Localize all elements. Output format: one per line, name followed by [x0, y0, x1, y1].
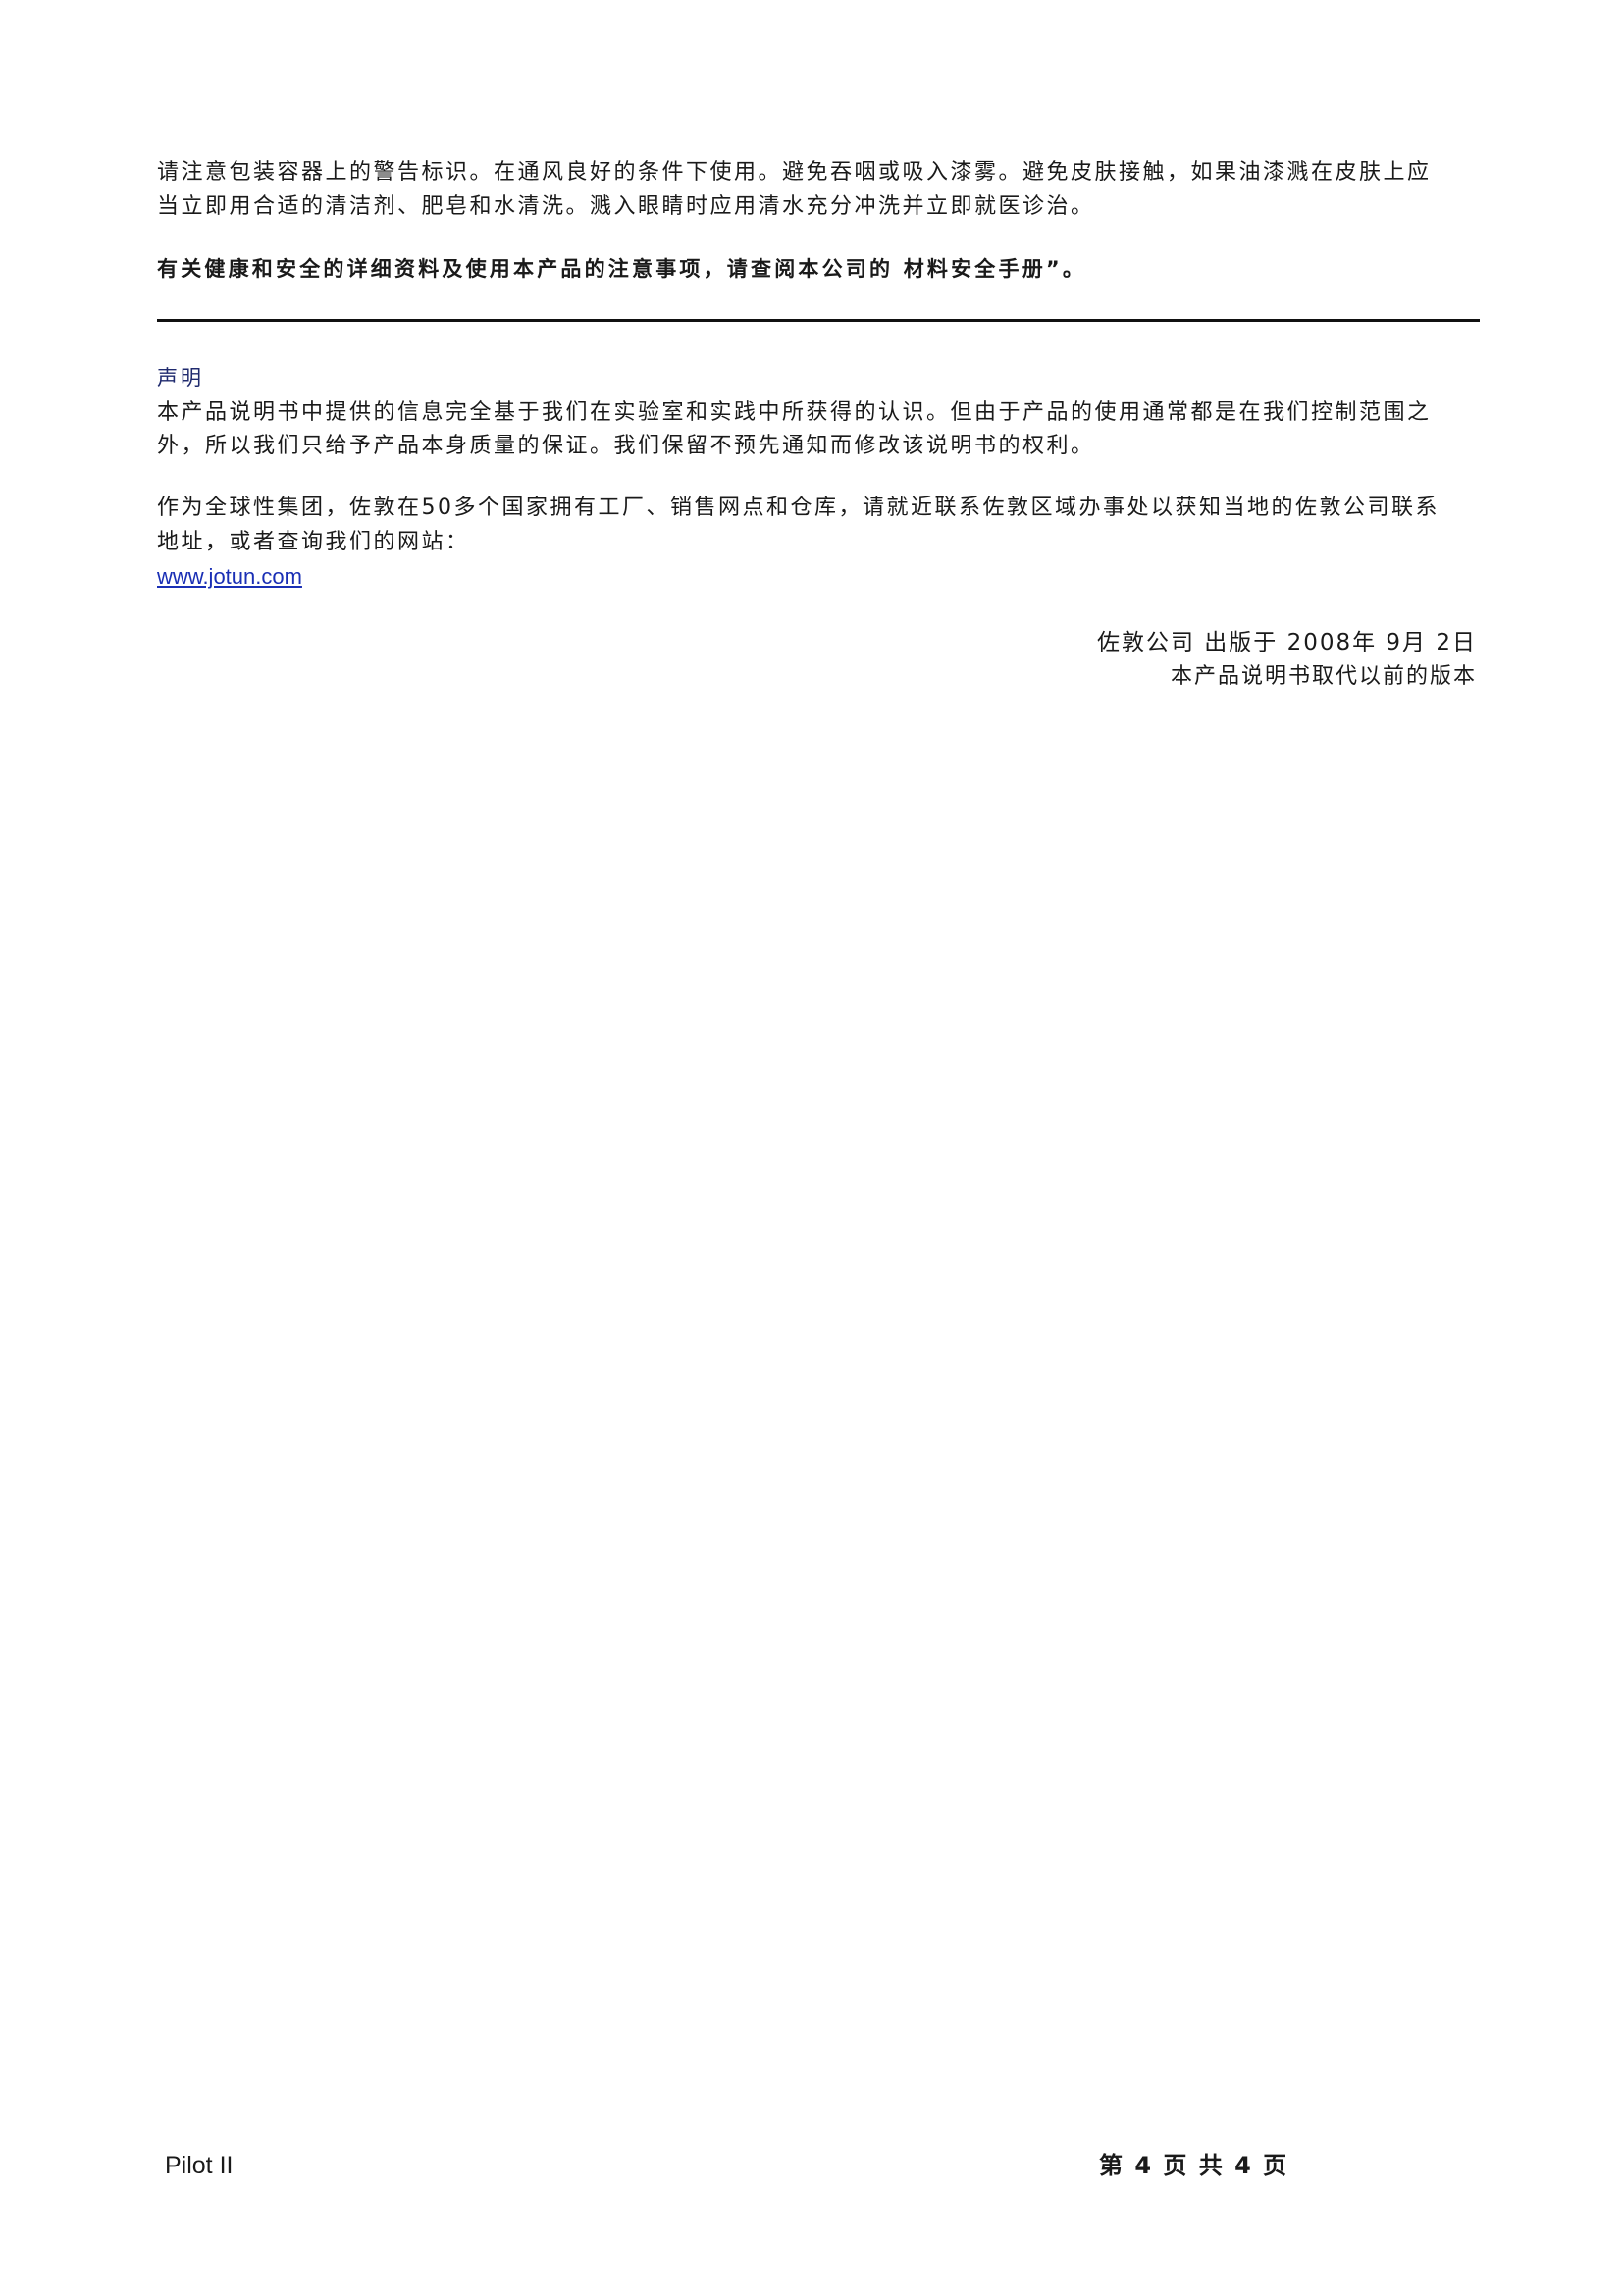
group-info-line-2: 地址，或者查询我们的网站： — [157, 530, 470, 554]
publication-date: 佐敦公司 出版于 2008年 9月 2日 — [1096, 630, 1477, 655]
safety-note: 有关健康和安全的详细资料及使用本产品的注意事项，请查阅本公司的 材料安全手册”。 — [157, 257, 1087, 281]
footer-product-name: Pilot II — [165, 2152, 234, 2179]
group-info-line-1: 作为全球性集团，佐敦在50多个国家拥有工厂、销售网点和仓库，请就近联系佐敦区域办… — [157, 496, 1440, 520]
website-link[interactable]: www.jotun.com — [157, 559, 302, 594]
document-page: 请注意包装容器上的警告标识。在通风良好的条件下使用。避免吞咽或吸入漆雾。避免皮肤… — [0, 0, 1624, 2296]
declaration-heading: 声明 — [157, 366, 204, 390]
supersedes-note: 本产品说明书取代以前的版本 — [1170, 664, 1477, 689]
declaration-text-line-1: 本产品说明书中提供的信息完全基于我们在实验室和实践中所获得的认识。但由于产品的使… — [157, 400, 1432, 425]
section-divider — [157, 319, 1480, 322]
footer-page-indicator: 第 4 页 共 4 页 — [1099, 2152, 1289, 2179]
declaration-text-line-2: 外，所以我们只给予产品本身质量的保证。我们保留不预先通知而修改该说明书的权利。 — [157, 434, 1095, 458]
warning-text-line-2: 当立即用合适的清洁剂、肥皂和水清洗。溅入眼睛时应用清水充分冲洗并立即就医诊治。 — [157, 194, 1095, 219]
warning-text-line-1: 请注意包装容器上的警告标识。在通风良好的条件下使用。避免吞咽或吸入漆雾。避免皮肤… — [157, 160, 1432, 184]
